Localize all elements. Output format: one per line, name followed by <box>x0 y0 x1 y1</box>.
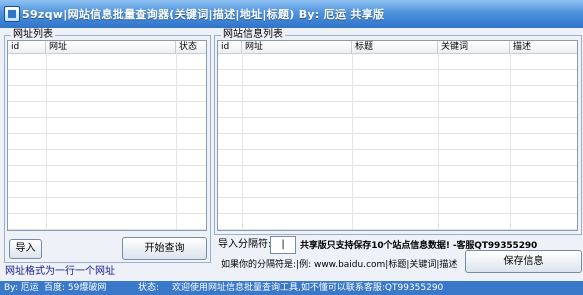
status-bar: By: 厄运 百度: 59爆破网 状态: 欢迎使用网址信息批量查询工具,如不懂可… <box>0 281 583 295</box>
col-url[interactable]: 网址 <box>242 41 352 53</box>
col-keywords[interactable]: 关键词 <box>438 41 510 53</box>
separator-label: 导入分隔符: <box>218 239 272 250</box>
url-format-hint: 网址格式为一行一个网址 <box>5 266 115 277</box>
app-icon <box>4 6 20 22</box>
status-author: By: 厄运 <box>4 283 39 293</box>
start-query-button[interactable]: 开始查询 <box>122 237 207 260</box>
save-info-button[interactable]: 保存信息 <box>465 250 582 273</box>
col-id[interactable]: id <box>8 41 46 53</box>
status-label: 状态: <box>138 283 160 293</box>
col-url[interactable]: 网址 <box>46 41 176 53</box>
window-title: 59zqw|网站信息批量查询器(关键词|描述|地址|标题) By: 厄运 共享版 <box>22 8 385 21</box>
separator-example: 如果你的分隔符是:|例: www.baidu.com|标题|关键词|描述 <box>221 260 458 270</box>
title-bar[interactable]: 59zqw|网站信息批量查询器(关键词|描述|地址|标题) By: 厄运 共享版 <box>0 0 583 28</box>
import-button[interactable]: 导入 <box>9 239 42 259</box>
info-list-group: 网站信息列表 id 网址 标题 关键词 描述 <box>214 29 582 235</box>
info-list-table[interactable]: id 网址 标题 关键词 描述 <box>217 40 578 231</box>
app-window: 59zqw|网站信息批量查询器(关键词|描述|地址|标题) By: 厄运 共享版… <box>0 0 583 295</box>
status-baidu: 百度: 59爆破网 <box>44 283 107 293</box>
col-id[interactable]: id <box>218 41 242 53</box>
col-title[interactable]: 标题 <box>352 41 438 53</box>
url-list-table[interactable]: id 网址 状态 <box>7 40 207 231</box>
col-description[interactable]: 描述 <box>510 41 577 53</box>
status-text: 欢迎使用网址信息批量查询工具,如不懂可以联系客服:QT99355290 <box>172 283 444 293</box>
separator-input[interactable]: | <box>270 236 296 254</box>
url-list-group: 网址列表 id 网址 状态 导入 开始查询 <box>4 29 211 263</box>
col-status[interactable]: 状态 <box>176 41 206 53</box>
info-list-header: id 网址 标题 关键词 描述 <box>218 41 577 54</box>
